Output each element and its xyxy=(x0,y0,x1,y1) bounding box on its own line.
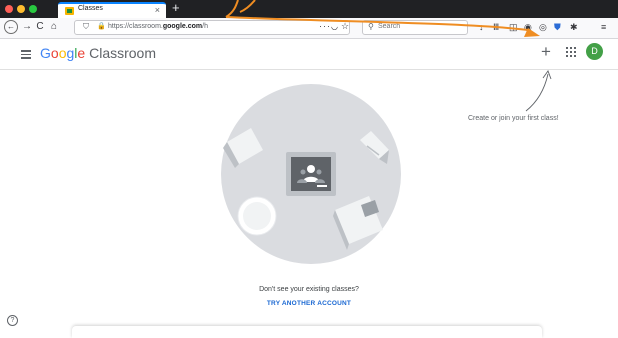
extension2-icon[interactable]: ✱ xyxy=(570,21,578,33)
tracking-shield-icon[interactable]: ⛉ xyxy=(83,22,89,32)
tab-title: Classes xyxy=(78,5,103,12)
tab-classes[interactable]: Classes × xyxy=(58,2,166,18)
url-domain: google.com xyxy=(162,23,203,30)
search-input[interactable]: ⚲ Search xyxy=(362,20,468,35)
lock-icon[interactable]: 🔒 xyxy=(97,22,106,30)
reload-button[interactable]: C xyxy=(33,20,47,34)
url-bar[interactable]: ⛉ 🔒 https://classroom.google.com/h ··· ◡… xyxy=(74,20,350,35)
try-another-account-link[interactable]: TRY ANOTHER ACCOUNT xyxy=(0,300,618,307)
browser-tabstrip: Classes × + xyxy=(0,0,618,18)
minimize-window-button[interactable] xyxy=(17,5,25,13)
bottom-panel xyxy=(72,326,542,338)
hint-arrow-icon xyxy=(525,70,552,112)
forward-button[interactable]: → xyxy=(20,20,34,34)
pocket-icon[interactable]: ◡ xyxy=(331,22,338,31)
bookmark-star-icon[interactable]: ☆ xyxy=(341,21,349,32)
google-apps-icon[interactable] xyxy=(566,47,576,57)
home-button[interactable]: ⌂ xyxy=(47,20,61,34)
search-icon: ⚲ xyxy=(368,22,374,31)
menu-icon[interactable]: ≡ xyxy=(601,21,606,33)
classroom-header: Google Classroom + D xyxy=(0,39,618,70)
tab-close-button[interactable]: × xyxy=(155,4,160,16)
help-icon[interactable]: ? xyxy=(7,315,18,326)
library-icon[interactable]: Ⅲ xyxy=(493,21,499,33)
account-icon[interactable]: ◉ xyxy=(524,21,532,33)
url-path: /h xyxy=(202,23,208,30)
url-prefix: https://classroom. xyxy=(108,23,163,30)
close-window-button[interactable] xyxy=(5,5,13,13)
page-actions-button[interactable]: ··· xyxy=(319,21,331,31)
extension-icon[interactable]: ◎ xyxy=(539,21,547,33)
avatar[interactable]: D xyxy=(586,43,603,60)
download-icon[interactable]: ↓ xyxy=(479,21,484,33)
classroom-favicon-icon xyxy=(65,7,74,15)
no-classes-text: Don't see your existing classes? xyxy=(259,286,359,293)
back-button[interactable]: ← xyxy=(4,20,18,34)
url-text[interactable]: https://classroom.google.com/h xyxy=(108,23,208,30)
empty-state-illustration xyxy=(221,84,401,264)
browser-navbar: ← → C ⌂ ⛉ 🔒 https://classroom.google.com… xyxy=(0,18,618,39)
main-menu-icon[interactable] xyxy=(21,50,31,59)
create-or-join-class-button[interactable]: + xyxy=(538,43,554,60)
maximize-window-button[interactable] xyxy=(29,5,37,13)
search-placeholder: Search xyxy=(378,23,401,30)
new-tab-button[interactable]: + xyxy=(172,1,180,15)
google-classroom-logo[interactable]: Google Classroom xyxy=(40,45,156,61)
create-join-hint: Create or join your first class! xyxy=(468,115,559,122)
sidebar-icon[interactable]: ◫ xyxy=(509,21,518,33)
shield-icon[interactable]: ⛊ xyxy=(554,21,561,33)
